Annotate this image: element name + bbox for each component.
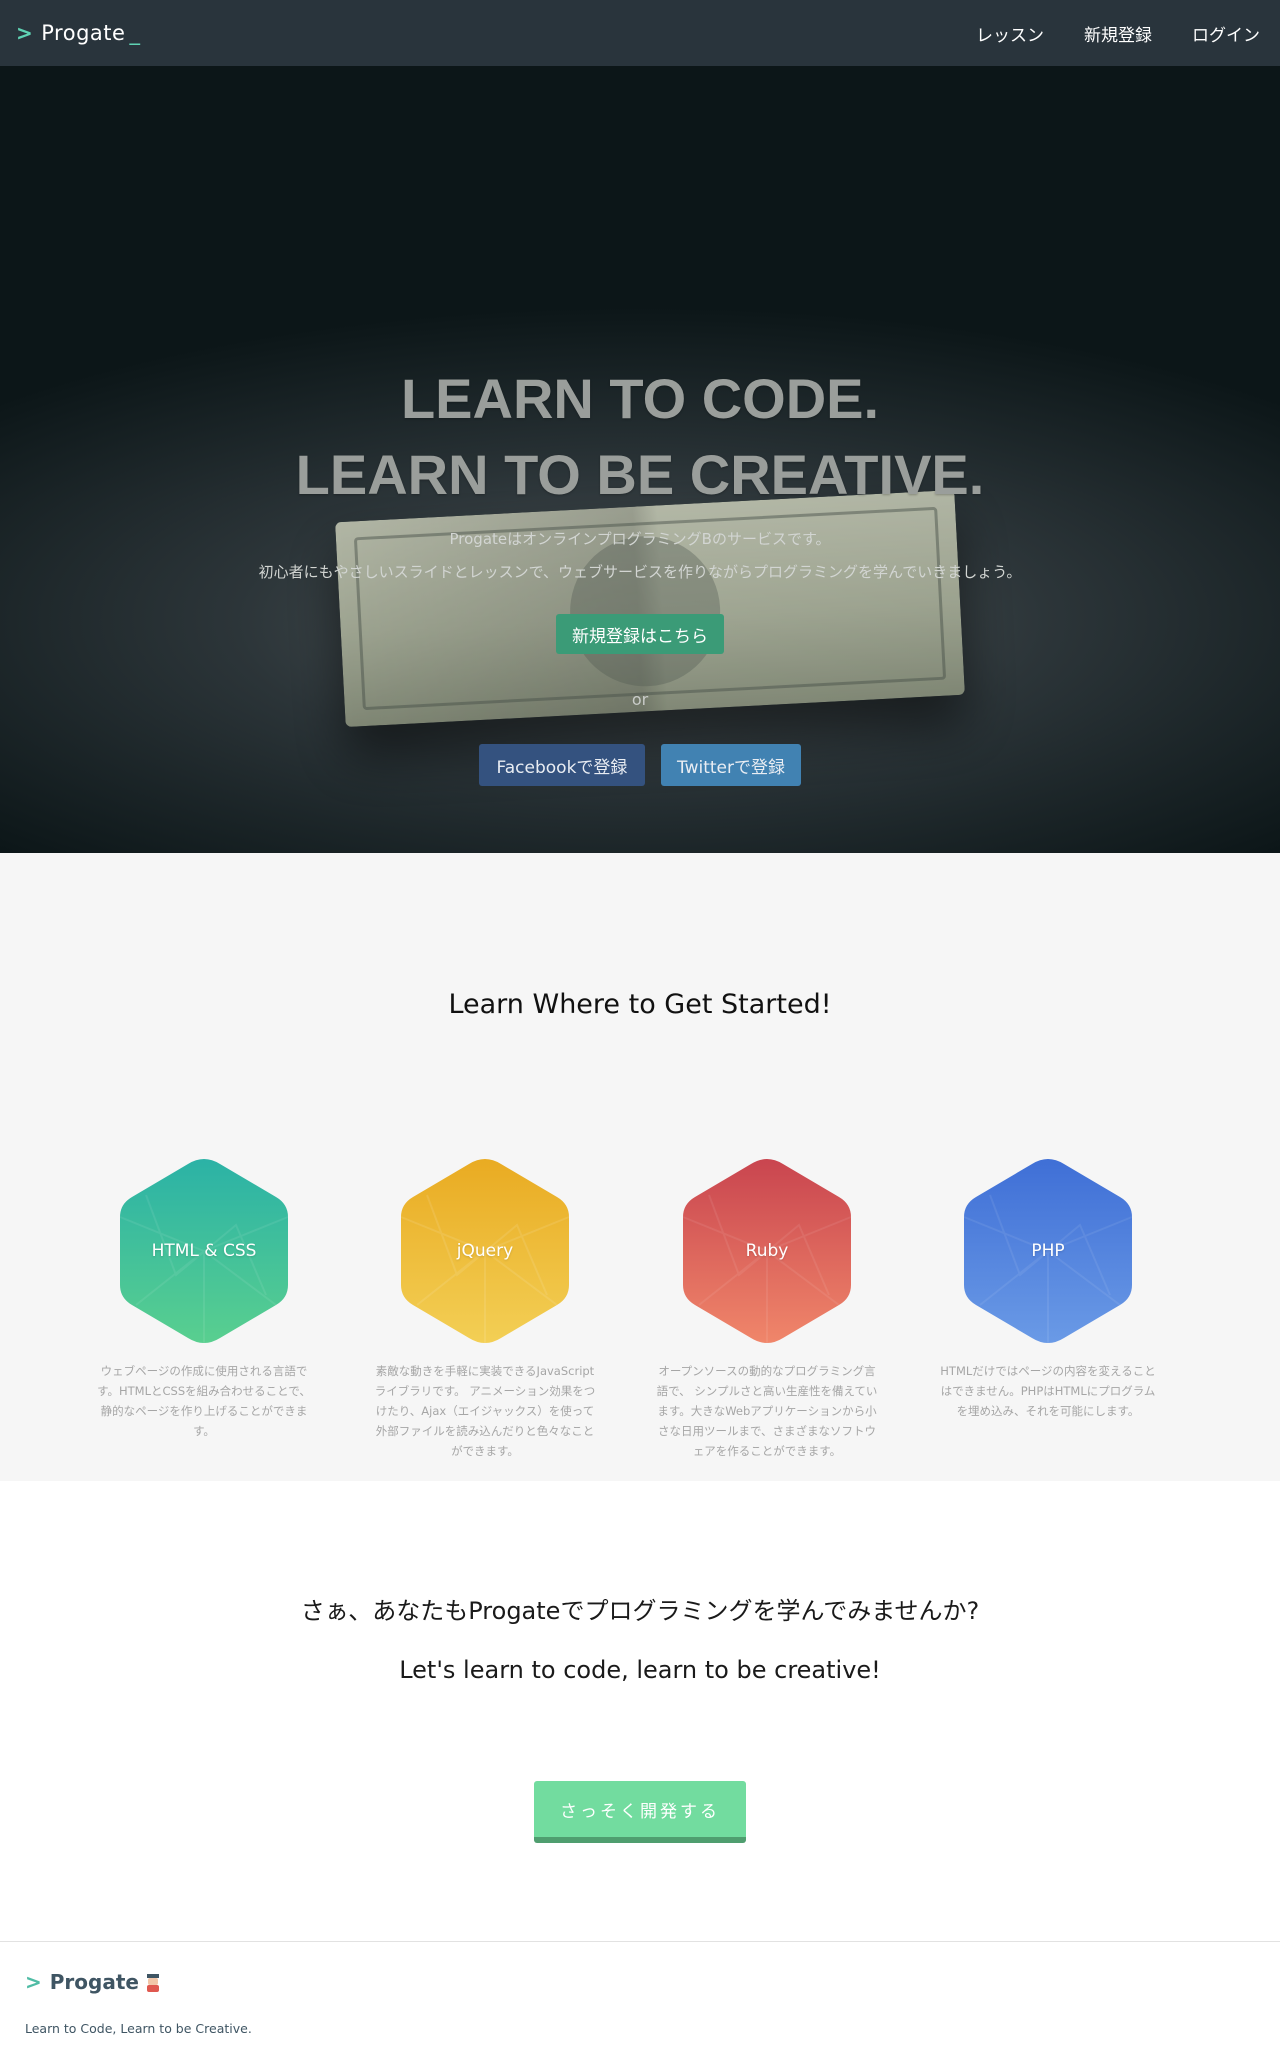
- hero-section: LEARN TO CODE. LEARN TO BE CREATIVE. Pro…: [0, 66, 1280, 853]
- nav-lessons-link[interactable]: レッスン: [976, 21, 1044, 46]
- course-description: HTMLだけではページの内容を変えることはできません。PHPはHTMLにプログラ…: [940, 1364, 1156, 1418]
- course-name: HTML & CSS: [151, 1241, 257, 1261]
- main-nav: レッスン 新規登録 ログイン: [976, 21, 1260, 46]
- start-developing-button[interactable]: さっそく開発する: [534, 1781, 746, 1843]
- hero-title-line2: LEARN TO BE CREATIVE.: [295, 443, 985, 506]
- course-card-jquery[interactable]: jQuery 素敵な動きを手軽に実装できるJavaScriptライブラリです。 …: [370, 1155, 600, 1461]
- course-card-html-css[interactable]: HTML & CSS ウェブページの作成に使用される言語です。HTMLとCSSを…: [89, 1155, 319, 1441]
- footer-logo-text: Progate: [49, 1970, 139, 1994]
- logo-text: Progate: [41, 21, 126, 45]
- progate-logo[interactable]: > Progate _: [16, 21, 140, 45]
- course-name: jQuery: [456, 1241, 514, 1261]
- cta-english-text: Let's learn to code, learn to be creativ…: [399, 1656, 881, 1684]
- nav-signup-link[interactable]: 新規登録: [1084, 21, 1152, 46]
- chevron-right-icon: >: [16, 21, 34, 45]
- top-navbar: > Progate _ レッスン 新規登録 ログイン: [0, 0, 1280, 66]
- footer-logo[interactable]: > Progate: [25, 1970, 161, 1994]
- course-hexagon[interactable]: jQuery: [397, 1155, 573, 1347]
- course-card-ruby[interactable]: Ruby オープンソースの動的なプログラミング言語で、 シンプルさと高い生産性を…: [652, 1155, 882, 1461]
- hero-title-line1: LEARN TO CODE.: [400, 367, 880, 430]
- cta-japanese-text: さぁ、あなたもProgateでプログラミングを学んでみませんか?: [300, 1597, 980, 1625]
- facebook-signup-button[interactable]: Facebookで登録: [479, 744, 645, 786]
- chevron-right-icon: >: [25, 1970, 42, 1994]
- twitter-signup-button[interactable]: Twitterで登録: [661, 744, 801, 786]
- course-description: 素敵な動きを手軽に実装できるJavaScriptライブラリです。 アニメーション…: [374, 1364, 596, 1458]
- courses-section: Learn Where to Get Started! HTML & CSS ウ…: [0, 853, 1280, 1481]
- footer: > Progate Learn to Code, Learn to be Cre…: [0, 1941, 1280, 2059]
- course-description: ウェブページの作成に使用される言語です。HTMLとCSSを組み合わせることで、静…: [97, 1364, 311, 1438]
- signup-button[interactable]: 新規登録はこちら: [556, 614, 724, 654]
- hero-subtitle-line1: ProgateはオンラインプログラミングBのサービスです。: [449, 530, 831, 548]
- mascot-icon: [145, 1973, 161, 1992]
- course-hexagon[interactable]: Ruby: [679, 1155, 855, 1347]
- courses-title: Learn Where to Get Started!: [448, 989, 832, 1020]
- course-hexagon[interactable]: HTML & CSS: [116, 1155, 292, 1347]
- hero-content: LEARN TO CODE. LEARN TO BE CREATIVE. Pro…: [0, 66, 1280, 853]
- hero-subtitle-line2: 初心者にもやさしいスライドとレッスンで、ウェブサービスを作りながらプログラミング…: [258, 563, 1022, 581]
- course-name: PHP: [1031, 1241, 1065, 1261]
- cta-section: さぁ、あなたもProgateでプログラミングを学んでみませんか? Let's l…: [0, 1481, 1280, 1941]
- footer-tagline: Learn to Code, Learn to be Creative.: [25, 2021, 252, 2036]
- or-separator: or: [631, 690, 649, 709]
- course-name: Ruby: [745, 1241, 789, 1261]
- logo-cursor: _: [129, 21, 141, 45]
- course-hexagon[interactable]: PHP: [960, 1155, 1136, 1347]
- course-card-php[interactable]: PHP HTMLだけではページの内容を変えることはできません。PHPはHTMLに…: [933, 1155, 1163, 1421]
- course-description: オープンソースの動的なプログラミング言語で、 シンプルさと高い生産性を備えていま…: [656, 1364, 878, 1458]
- nav-login-link[interactable]: ログイン: [1192, 21, 1260, 46]
